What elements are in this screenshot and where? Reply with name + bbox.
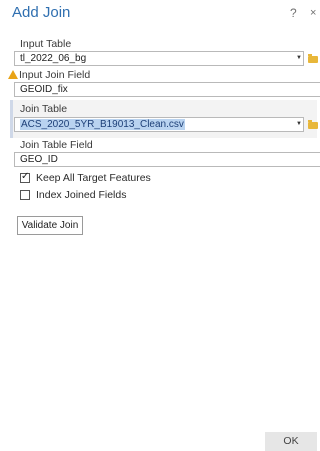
join-table-selected-text: ACS_2020_5YR_B19013_Clean.csv	[20, 119, 185, 130]
join-table-field-value: GEO_ID	[20, 154, 58, 165]
validate-join-button[interactable]: Validate Join	[17, 216, 83, 235]
join-table-field-label: Join Table Field	[20, 139, 93, 151]
join-table-select[interactable]: ACS_2020_5YR_B19013_Clean.csv ▼	[14, 117, 304, 132]
chevron-down-icon[interactable]: ▼	[296, 55, 302, 61]
input-join-field-label: Input Join Field	[19, 69, 91, 81]
input-table-label: Input Table	[20, 38, 72, 50]
warning-icon	[8, 70, 18, 79]
close-icon[interactable]: ×	[310, 7, 316, 19]
row-accent-bar	[10, 100, 13, 138]
keep-all-label[interactable]: Keep All Target Features	[36, 172, 151, 184]
help-icon[interactable]: ?	[290, 6, 297, 20]
input-table-select[interactable]: tl_2022_06_bg ▼	[14, 51, 304, 66]
input-join-field-value: GEOID_fix	[20, 84, 68, 95]
join-table-field-select[interactable]: GEO_ID	[14, 152, 320, 167]
input-table-value: tl_2022_06_bg	[20, 53, 87, 64]
ok-button[interactable]: OK	[265, 432, 317, 451]
join-table-label: Join Table	[20, 103, 68, 115]
index-joined-label[interactable]: Index Joined Fields	[36, 189, 126, 201]
keep-all-checkbox[interactable]	[20, 171, 30, 183]
index-joined-checkbox[interactable]	[20, 190, 30, 200]
dialog-title: Add Join	[12, 4, 71, 21]
input-join-field-select[interactable]: GEOID_fix	[14, 82, 320, 97]
folder-icon[interactable]	[308, 120, 318, 129]
folder-icon[interactable]	[308, 54, 318, 63]
chevron-down-icon[interactable]: ▼	[296, 121, 302, 127]
join-table-value: ACS_2020_5YR_B19013_Clean.csv	[20, 119, 185, 130]
